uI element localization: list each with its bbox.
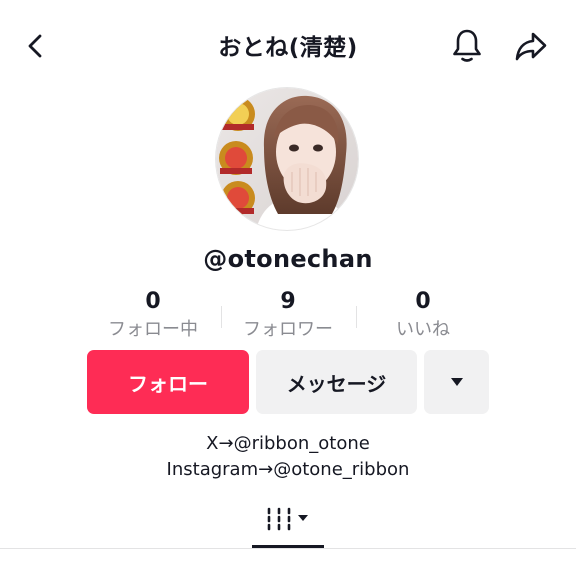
bell-icon xyxy=(453,29,481,62)
share-button[interactable] xyxy=(509,24,553,68)
profile-stats: 0 フォロー中 9 フォロワー 0 いいね xyxy=(86,289,490,347)
followers-label: フォロワー xyxy=(243,319,333,340)
tab-videos[interactable] xyxy=(252,500,324,548)
followers-count: 9 xyxy=(280,289,296,314)
following-count: 0 xyxy=(145,289,161,314)
message-button[interactable]: メッセージ xyxy=(256,350,417,414)
follow-button[interactable]: フォロー xyxy=(87,350,249,414)
triangle-down-icon xyxy=(450,378,463,386)
notification-bell-button[interactable] xyxy=(445,24,489,68)
top-bar: おとね(清楚) xyxy=(0,0,576,92)
bio-line-instagram: Instagram→@otone_ribbon xyxy=(166,459,410,480)
caret-down-icon xyxy=(298,515,308,521)
profile-bio: X→@ribbon_otone Instagram→@otone_ribbon xyxy=(0,431,576,483)
following-label: フォロー中 xyxy=(108,319,198,340)
share-icon xyxy=(515,32,547,61)
followers-stat[interactable]: 9 フォロワー xyxy=(221,289,355,341)
likes-stat[interactable]: 0 いいね xyxy=(356,289,490,341)
bio-line-x: X→@ribbon_otone xyxy=(206,433,370,454)
username: @otonechan xyxy=(203,245,373,273)
tab-bar-divider xyxy=(0,548,576,549)
more-options-button[interactable] xyxy=(424,350,489,414)
likes-label: いいね xyxy=(396,319,450,340)
grid-columns-icon xyxy=(267,507,308,531)
likes-count: 0 xyxy=(415,289,431,314)
profile-photo xyxy=(216,88,358,230)
following-stat[interactable]: 0 フォロー中 xyxy=(86,289,220,341)
page-title: おとね(清楚) xyxy=(218,35,358,61)
profile-avatar[interactable] xyxy=(216,88,358,230)
